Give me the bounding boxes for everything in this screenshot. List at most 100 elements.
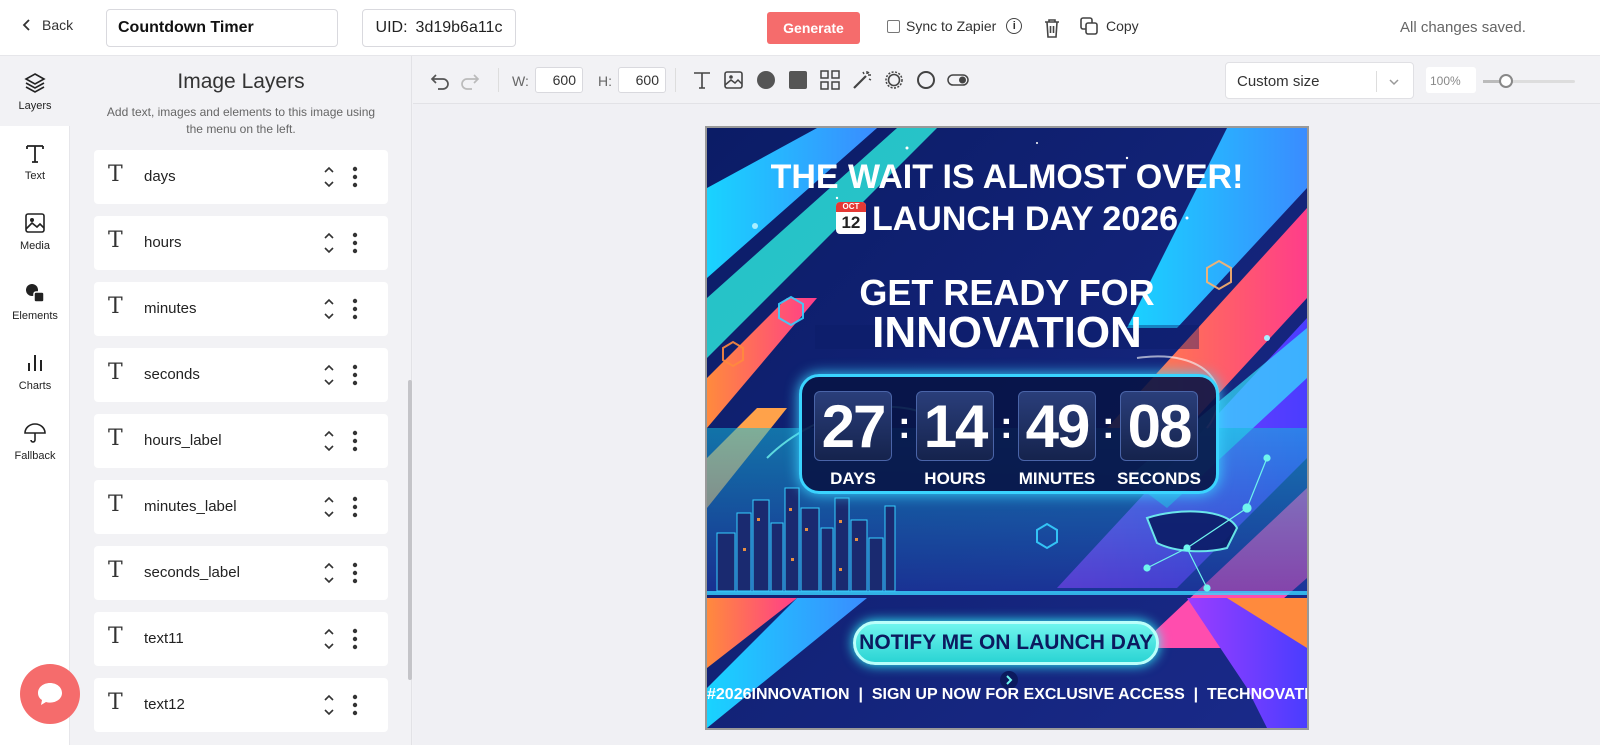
uid-value: 3d19b6a11c: [415, 19, 503, 36]
editor-toolbar: W: H:: [413, 56, 1600, 104]
nav-fallback[interactable]: Fallback: [0, 406, 70, 476]
layer-item[interactable]: Tseconds_label: [94, 546, 388, 600]
sunburst-icon[interactable]: [883, 69, 905, 91]
hours-label: HOURS: [924, 469, 986, 488]
layer-item[interactable]: Thours_label: [94, 414, 388, 468]
reorder-arrows-icon[interactable]: [323, 559, 335, 587]
calendar-month: OCT: [835, 202, 866, 212]
cta-label: NOTIFY ME ON LAUNCH DAY: [859, 631, 1153, 654]
text-layer-icon: T: [108, 360, 123, 385]
nav-label: Layers: [18, 99, 52, 112]
zoom-level[interactable]: 100%: [1426, 67, 1476, 93]
nav-media[interactable]: Media: [0, 196, 70, 266]
reorder-arrows-icon[interactable]: [323, 427, 335, 455]
copy-icon: [1080, 17, 1098, 35]
nav-label: Elements: [12, 309, 58, 322]
text-layer-icon: T: [108, 294, 123, 319]
chat-button[interactable]: [20, 664, 80, 724]
add-circle-icon[interactable]: [755, 69, 777, 91]
redo-icon[interactable]: [459, 69, 481, 91]
layer-item[interactable]: Tdays: [94, 150, 388, 204]
more-options-icon[interactable]: [352, 298, 358, 320]
trash-icon[interactable]: [1042, 17, 1062, 39]
calendar-day: 12: [841, 213, 861, 232]
layer-name: days: [144, 168, 176, 185]
layer-name: hours_label: [144, 432, 222, 449]
nav-layers[interactable]: Layers: [0, 56, 70, 126]
seconds-label: SECONDS: [1116, 469, 1202, 488]
sync-checkbox[interactable]: [887, 19, 900, 33]
umbrella-icon: [24, 422, 46, 443]
grid-icon[interactable]: [819, 69, 841, 91]
more-options-icon[interactable]: [352, 496, 358, 518]
uid-field[interactable]: UID: 3d19b6a11c: [362, 9, 516, 47]
banner-canvas[interactable]: THE WAIT IS ALMOST OVER! OCT 12 LAUNCH D…: [705, 126, 1309, 730]
ring-icon[interactable]: [915, 69, 937, 91]
nav-label: Text: [24, 169, 46, 182]
size-preset-select[interactable]: Custom size: [1225, 62, 1414, 99]
more-options-icon[interactable]: [352, 166, 358, 188]
reorder-arrows-icon[interactable]: [323, 493, 335, 521]
add-text-icon[interactable]: [691, 69, 713, 91]
toggle-icon[interactable]: [947, 69, 969, 91]
undo-icon[interactable]: [429, 69, 451, 91]
info-icon[interactable]: i: [1006, 18, 1023, 34]
reorder-arrows-icon[interactable]: [323, 625, 335, 653]
nav-charts[interactable]: Charts: [0, 336, 70, 406]
headline-wait: THE WAIT IS ALMOST OVER!: [770, 158, 1244, 196]
more-options-icon[interactable]: [352, 694, 358, 716]
panel-title: Image Layers: [177, 70, 305, 93]
layer-item[interactable]: Tseconds: [94, 348, 388, 402]
zoom-slider[interactable]: [1483, 74, 1575, 88]
height-input[interactable]: [618, 67, 666, 93]
copy-button[interactable]: Copy: [1080, 17, 1139, 35]
add-rectangle-icon[interactable]: [787, 69, 809, 91]
reorder-arrows-icon[interactable]: [323, 361, 335, 389]
template-title-input[interactable]: [106, 9, 338, 47]
layer-item[interactable]: Tminutes_label: [94, 480, 388, 534]
nav-label: Charts: [18, 379, 52, 392]
reorder-arrows-icon[interactable]: [323, 295, 335, 323]
layer-item[interactable]: Thours: [94, 216, 388, 270]
text-layer-icon: T: [108, 492, 123, 517]
back-button[interactable]: Back: [20, 17, 73, 33]
layer-item[interactable]: Ttext12: [94, 678, 388, 732]
days-value: 27: [814, 391, 892, 461]
reorder-arrows-icon[interactable]: [323, 163, 335, 191]
layer-item[interactable]: Tminutes: [94, 282, 388, 336]
image-icon: [25, 212, 45, 233]
launch-day-text: LAUNCH DAY 2026: [871, 200, 1179, 238]
more-options-icon[interactable]: [352, 364, 358, 386]
toolbar-divider: [675, 68, 676, 92]
text-layer-icon: T: [108, 426, 123, 451]
layer-name: seconds: [144, 366, 200, 383]
sync-zapier-toggle[interactable]: Sync to Zapier i: [887, 18, 1023, 34]
more-options-icon[interactable]: [352, 430, 358, 452]
more-options-icon[interactable]: [352, 232, 358, 254]
layers-panel: Image Layers Add text, images and elemen…: [70, 56, 412, 745]
headline-launch: OCT 12 LAUNCH DAY 2026: [707, 200, 1307, 239]
reorder-arrows-icon[interactable]: [323, 229, 335, 257]
text-layer-icon: T: [108, 558, 123, 583]
text-layer-icon: T: [108, 228, 123, 253]
zoom-slider-knob[interactable]: [1499, 74, 1513, 88]
more-options-icon[interactable]: [352, 562, 358, 584]
more-options-icon[interactable]: [352, 628, 358, 650]
panel-scrollbar[interactable]: [408, 380, 412, 680]
reorder-arrows-icon[interactable]: [323, 691, 335, 719]
generate-button[interactable]: Generate: [767, 12, 860, 44]
nav-text[interactable]: Text: [0, 126, 70, 196]
nav-elements[interactable]: Elements: [0, 266, 70, 336]
text-layer-icon: T: [108, 162, 123, 187]
bar-chart-icon: [28, 354, 42, 371]
chat-bubble-icon: [38, 683, 62, 705]
add-image-icon[interactable]: [723, 69, 745, 91]
panel-subtitle: Add text, images and elements to this im…: [106, 105, 376, 136]
layer-name: seconds_label: [144, 564, 240, 581]
uid-label: UID:: [375, 19, 408, 36]
notify-cta-button[interactable]: NOTIFY ME ON LAUNCH DAY: [853, 621, 1159, 689]
layer-item[interactable]: Ttext11: [94, 612, 388, 666]
magic-wand-icon[interactable]: [851, 69, 873, 91]
width-input[interactable]: [535, 67, 583, 93]
colon-separator: :: [1102, 405, 1115, 447]
